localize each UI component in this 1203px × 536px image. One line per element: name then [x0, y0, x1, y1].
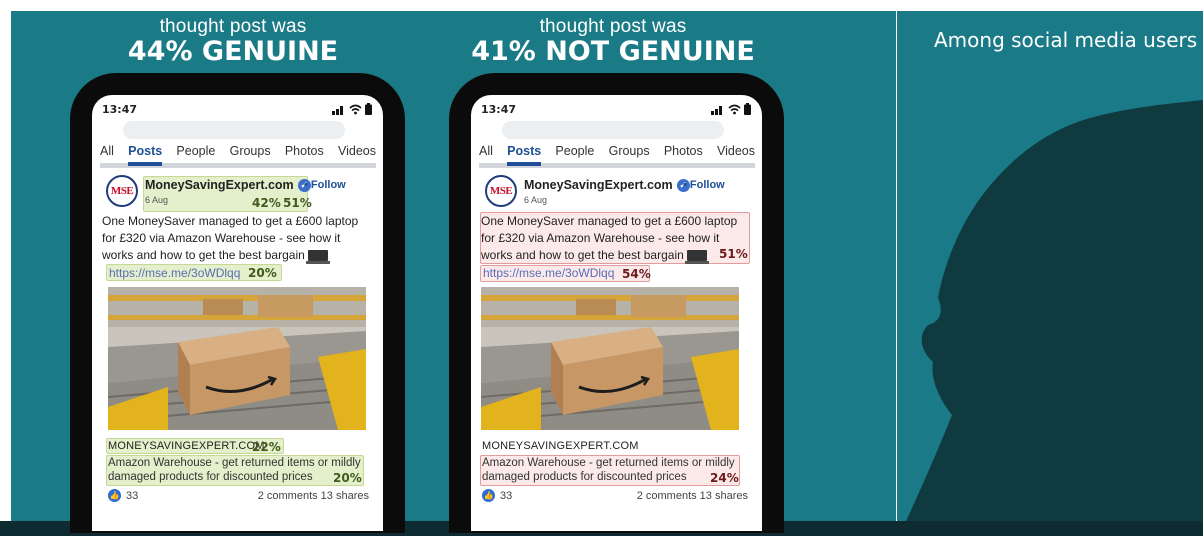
link-description: Amazon Warehouse - get returned items or…: [482, 457, 735, 483]
link-description: Amazon Warehouse - get returned items or…: [108, 457, 361, 483]
likes[interactable]: 👍 33: [482, 489, 512, 502]
description-percent: 24%: [710, 471, 739, 485]
tab-videos[interactable]: Videos: [338, 144, 376, 158]
headline-subtitle: thought post was: [539, 16, 687, 37]
comments-shares[interactable]: 2 comments 13 shares: [637, 490, 748, 502]
link-percent: 20%: [248, 266, 277, 280]
tab-bar: All Posts People Groups Photos Videos: [100, 144, 376, 158]
post-date: 6 Aug: [145, 195, 169, 205]
phone-screen: 13:47 All Posts People Groups Photos Vid…: [92, 95, 383, 531]
laptop-icon: [684, 250, 709, 265]
post-body: One MoneySaver managed to get a £600 lap…: [102, 213, 374, 265]
battery-icon: [744, 103, 751, 115]
search-input[interactable]: [502, 121, 724, 139]
phone-genuine: 13:47 All Posts People Groups Photos Vid…: [70, 73, 405, 533]
tab-posts[interactable]: Posts: [128, 144, 162, 158]
description-percent: 20%: [333, 471, 362, 485]
account-name[interactable]: MoneySavingExpert.com ✓: [145, 178, 311, 193]
post-link-text: https://mse.me/3oWDlqq: [109, 266, 241, 280]
person-silhouette-icon: [906, 100, 1203, 521]
wifi-icon: [349, 104, 362, 114]
tab-photos[interactable]: Photos: [664, 144, 703, 158]
tab-all[interactable]: All: [100, 144, 114, 158]
package-conveyor-image: [481, 287, 739, 430]
status-icons: [711, 103, 751, 115]
tab-people[interactable]: People: [555, 144, 594, 158]
phone-not-genuine: 13:47 All Posts People Groups Photos Vid…: [449, 73, 784, 533]
account-name[interactable]: MoneySavingExpert.com ✓: [524, 178, 690, 193]
mse-logo[interactable]: MSE: [485, 175, 517, 207]
search-input[interactable]: [123, 121, 345, 139]
comments-shares[interactable]: 2 comments 13 shares: [258, 490, 369, 502]
tab-videos[interactable]: Videos: [717, 144, 755, 158]
status-bar: 13:47: [481, 103, 751, 117]
domain-percent: 22%: [252, 440, 281, 454]
wifi-icon: [728, 104, 741, 114]
tab-groups[interactable]: Groups: [230, 144, 271, 158]
tab-people[interactable]: People: [176, 144, 215, 158]
headline-value: 44% GENUINE: [127, 36, 339, 67]
mse-logo[interactable]: MSE: [106, 175, 138, 207]
package-conveyor-image: [108, 287, 366, 430]
thumbs-up-icon: 👍: [482, 489, 495, 502]
headline-value: 41% NOT GENUINE: [471, 36, 755, 67]
active-tab-indicator: [128, 162, 162, 166]
status-bar: 13:47: [102, 103, 372, 117]
tab-all[interactable]: All: [479, 144, 493, 158]
headline-subtitle: thought post was: [159, 16, 307, 37]
post-image[interactable]: [481, 287, 739, 430]
active-tab-indicator: [507, 162, 541, 166]
status-icons: [332, 103, 372, 115]
post-link[interactable]: https://mse.me/3oWDlqq: [109, 266, 240, 280]
laptop-icon: [305, 250, 330, 265]
signal-icon: [711, 105, 722, 115]
tab-posts[interactable]: Posts: [507, 144, 541, 158]
genuine-headline: thought post was 44% GENUINE: [73, 17, 393, 67]
account-percent-a: 42%: [252, 196, 281, 210]
link-domain: MONEYSAVINGEXPERT.COM: [108, 440, 265, 452]
post-image[interactable]: [108, 287, 366, 430]
post-link-text: https://mse.me/3oWDlqq: [483, 266, 615, 280]
tab-bar: All Posts People Groups Photos Videos: [479, 144, 755, 158]
logo-text: MSE: [110, 185, 134, 197]
likes-count: 33: [126, 489, 139, 502]
not-genuine-headline: thought post was 41% NOT GENUINE: [453, 17, 773, 67]
post-body: One MoneySaver managed to get a £600 lap…: [481, 213, 753, 265]
clock: 13:47: [481, 103, 517, 116]
tab-photos[interactable]: Photos: [285, 144, 324, 158]
infographic: thought post was 44% GENUINE thought pos…: [0, 0, 1203, 536]
link-domain: MONEYSAVINGEXPERT.COM: [482, 440, 639, 452]
thumbs-up-icon: 👍: [108, 489, 121, 502]
follow-button[interactable]: • Follow: [683, 179, 725, 191]
likes[interactable]: 👍 33: [108, 489, 138, 502]
account-name-text: MoneySavingExpert.com: [145, 178, 294, 192]
battery-icon: [365, 103, 372, 115]
account-percent-b: 51%: [283, 196, 312, 210]
account-name-text: MoneySavingExpert.com: [524, 178, 673, 192]
signal-icon: [332, 105, 343, 115]
post-link[interactable]: https://mse.me/3oWDlqq: [483, 266, 614, 280]
logo-text: MSE: [489, 185, 513, 197]
tab-groups[interactable]: Groups: [609, 144, 650, 158]
link-percent: 54%: [622, 267, 651, 281]
follow-button[interactable]: • Follow: [304, 179, 346, 191]
likes-count: 33: [500, 489, 513, 502]
body-percent: 51%: [719, 247, 748, 261]
clock: 13:47: [102, 103, 138, 116]
post-date: 6 Aug: [524, 195, 548, 205]
phone-screen: 13:47 All Posts People Groups Photos Vid…: [471, 95, 762, 531]
side-caption: Among social media users: [934, 28, 1198, 52]
